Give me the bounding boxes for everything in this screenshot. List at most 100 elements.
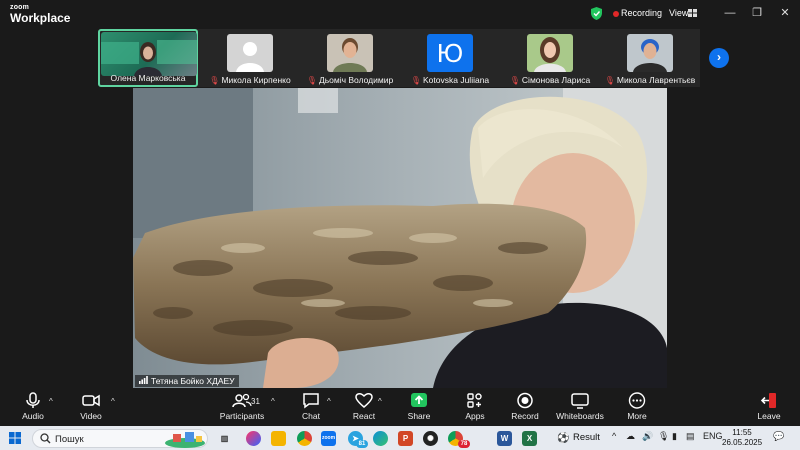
brand-big: Workplace: [10, 11, 71, 25]
record-icon: [517, 392, 533, 409]
microphone-icon: [26, 392, 40, 408]
video-label: Video: [80, 411, 102, 421]
participant-tile[interactable]: 🎙 Дьоміч Володимир: [300, 29, 400, 87]
grid-icon[interactable]: [688, 9, 697, 17]
notifications-icon[interactable]: 💬: [773, 431, 784, 442]
brand-small: zoom: [10, 4, 30, 11]
telegram-badge: 81: [356, 440, 368, 448]
taskbar-search[interactable]: Пошук: [32, 429, 208, 448]
participant-name: Микола Лаврентьєв: [616, 75, 696, 85]
leave-button[interactable]: Leave: [739, 392, 799, 424]
chat-label: Chat: [302, 411, 320, 421]
speaker-name-label: Тетяна Бойко ХДАЕУ: [135, 375, 239, 387]
close-icon[interactable]: ✕: [778, 6, 792, 20]
more-icon: [628, 392, 646, 409]
search-icon: [40, 433, 51, 444]
file-explorer-icon[interactable]: [271, 431, 286, 446]
result-widget-label[interactable]: Result: [573, 432, 600, 443]
chat-options-chevron-icon[interactable]: ^: [327, 397, 331, 406]
participant-tile[interactable]: 🎙 Сімонова Лариса: [500, 29, 600, 87]
participant-name: Олена Марковська: [110, 73, 186, 83]
muted-mic-icon: 🎙: [209, 76, 220, 85]
search-highlight-illustration-icon: [165, 432, 205, 448]
participant-photo: [527, 34, 573, 72]
task-view-icon[interactable]: ▥: [217, 431, 232, 446]
chrome-icon[interactable]: [297, 431, 312, 446]
system-clock[interactable]: 11:55 26.05.2025: [722, 428, 762, 448]
shield-icon[interactable]: [591, 7, 602, 20]
participants-options-chevron-icon[interactable]: ^: [271, 397, 275, 406]
restore-icon[interactable]: ❐: [750, 6, 764, 20]
word-icon[interactable]: W: [497, 431, 512, 446]
participant-initial-avatar: Ю: [427, 34, 473, 72]
zoom-app-icon[interactable]: zoom: [321, 431, 336, 446]
zoom-window: zoom Workplace Recording View — ❐ ✕ Олен…: [0, 0, 800, 450]
windows-start-icon[interactable]: [9, 432, 21, 444]
record-button[interactable]: Record: [495, 392, 555, 424]
tray-overflow-chevron-icon[interactable]: ^: [612, 431, 616, 441]
leave-icon: [760, 393, 776, 408]
share-screen-icon: [411, 393, 427, 407]
participants-button[interactable]: Participants: [212, 392, 272, 424]
react-options-chevron-icon[interactable]: ^: [378, 397, 382, 406]
title-bar: zoom Workplace Recording View — ❐ ✕: [0, 0, 800, 28]
more-label: More: [627, 411, 647, 421]
whiteboard-icon: [571, 393, 589, 409]
chrome-badge: 78: [458, 440, 470, 448]
heart-icon: [355, 393, 373, 408]
react-button[interactable]: React: [334, 392, 394, 424]
participant-tile[interactable]: 🎙 Микола Лаврентьєв: [600, 29, 700, 87]
chat-button[interactable]: Chat: [281, 392, 341, 424]
powerpoint-icon[interactable]: P: [398, 431, 413, 446]
muted-mic-icon: 🎙: [306, 76, 317, 85]
language-indicator[interactable]: ENG: [703, 431, 723, 441]
more-button[interactable]: More: [607, 392, 667, 424]
muted-mic-icon: 🎙: [509, 76, 520, 85]
record-label: Record: [511, 411, 539, 421]
speaker-video-scene: [133, 88, 667, 388]
leave-label: Leave: [757, 411, 781, 421]
apps-icon: [467, 393, 482, 408]
participants-count: 31: [251, 397, 260, 406]
audio-button[interactable]: Audio: [3, 392, 63, 424]
participants-icon: [232, 393, 252, 408]
participant-tile[interactable]: Ю 🎙 Kotovska Juliiana: [400, 29, 500, 87]
participant-video: [101, 32, 197, 76]
view-button[interactable]: View: [669, 8, 688, 18]
recording-label[interactable]: Recording: [621, 8, 662, 18]
default-avatar-icon: [227, 34, 273, 72]
onedrive-icon[interactable]: ☁: [626, 431, 635, 442]
share-button[interactable]: Share: [389, 392, 449, 424]
minimize-icon[interactable]: —: [723, 6, 737, 20]
participant-tile[interactable]: Олена Марковська: [98, 29, 198, 87]
react-label: React: [352, 411, 376, 421]
main-video: Тетяна Бойко ХДАЕУ: [133, 88, 667, 388]
speaker-icon[interactable]: 🔊: [642, 431, 653, 442]
muted-mic-icon: 🎙: [604, 76, 615, 85]
participants-label: Participants: [219, 411, 265, 421]
battery-icon[interactable]: ▮: [672, 431, 677, 442]
copilot-icon[interactable]: [246, 431, 261, 446]
audio-label: Audio: [22, 411, 44, 421]
network-icon[interactable]: ▤: [686, 431, 695, 442]
video-options-chevron-icon[interactable]: ^: [111, 397, 115, 406]
search-placeholder: Пошук: [55, 434, 84, 445]
next-page-button[interactable]: ›: [709, 48, 729, 68]
microphone-tray-icon[interactable]: 🎙: [658, 431, 669, 442]
share-label: Share: [407, 411, 431, 421]
whiteboards-label: Whiteboards: [556, 411, 604, 421]
chatgpt-icon[interactable]: ✺: [423, 431, 438, 446]
recording-dot-icon: [613, 11, 619, 17]
excel-icon[interactable]: X: [522, 431, 537, 446]
zoom-logo: zoom Workplace: [10, 4, 70, 24]
whiteboards-button[interactable]: Whiteboards: [550, 392, 610, 424]
clock-time: 11:55: [732, 428, 752, 437]
edge-icon[interactable]: [373, 431, 388, 446]
result-widget-icon[interactable]: ⚽: [556, 431, 571, 446]
audio-options-chevron-icon[interactable]: ^: [49, 397, 53, 406]
muted-mic-icon: 🎙: [410, 76, 421, 85]
camera-icon: [82, 394, 100, 407]
participant-name: Сімонова Лариса: [521, 75, 591, 85]
participant-tile[interactable]: 🎙 Микола Кирпенко: [200, 29, 300, 87]
signal-bars-icon: [139, 376, 148, 384]
